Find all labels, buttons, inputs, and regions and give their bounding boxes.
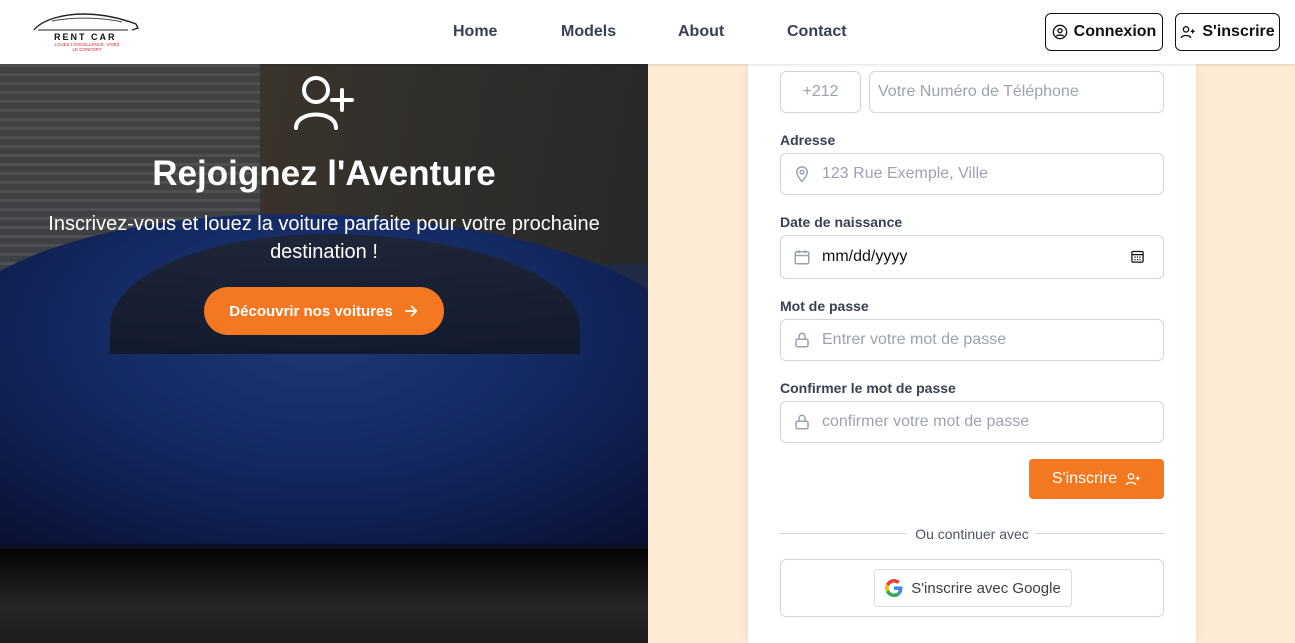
logo-tagline: LOUEZ L'EXCELLENCE, VIVEZ LE CONFORT [54,42,120,52]
user-plus-icon [1125,473,1140,486]
user-plus-icon [294,76,354,130]
birthdate-input[interactable]: mm/dd/yyyy [780,235,1164,279]
nav-models[interactable]: Models [561,23,616,41]
confirm-password-label: Confirmer le mot de passe [780,380,956,396]
submit-label: S'inscrire [1051,470,1118,487]
address-placeholder: 123 Rue Exemple, Ville [822,165,989,182]
top-navbar: RENT CAR LOUEZ L'EXCELLENCE, VIVEZ LE CO… [0,0,1295,64]
car-logo-icon [33,13,139,31]
google-signup-label: S'inscrire avec Google [911,579,1061,597]
birthdate-label: Date de naissance [780,214,903,230]
discover-cars-label: Découvrir nos voitures [229,302,393,320]
login-label: Connexion [1073,23,1157,40]
date-picker-icon[interactable] [1130,249,1145,269]
google-signin-container: S'inscrire avec Google [780,559,1164,617]
hero-subtitle: Inscrivez-vous et louez la voiture parfa… [48,213,600,263]
arrow-right-icon [404,305,417,317]
google-icon [885,579,903,597]
lock-icon [793,413,811,431]
login-button[interactable]: Connexion [1045,13,1163,51]
nav-contact[interactable]: Contact [787,23,847,41]
phone-input[interactable]: Votre Numéro de Téléphone [869,71,1164,113]
divider-text: Ou continuer avec [915,526,1029,542]
phone-prefix-input[interactable]: +212 [780,71,861,113]
password-input[interactable]: Entrer votre mot de passe [780,319,1164,361]
phone-prefix: +212 [802,83,839,100]
submit-signup-button[interactable]: S'inscrire [1029,459,1164,499]
nav-home[interactable]: Home [453,23,497,41]
lock-icon [793,331,811,349]
password-label: Mot de passe [780,298,869,314]
signup-label: S'inscrire [1202,23,1275,40]
birthdate-value: mm/dd/yyyy [822,248,908,265]
signup-button[interactable]: S'inscrire [1175,13,1280,51]
logo-brand: RENT CAR [54,32,117,42]
hero-title: Rejoignez l'Aventure [152,154,496,193]
google-signup-button[interactable]: S'inscrire avec Google [874,569,1072,607]
hero-overlay [0,64,648,643]
calendar-icon [793,248,811,266]
address-input[interactable]: 123 Rue Exemple, Ville [780,153,1164,195]
map-pin-icon [793,165,811,183]
signup-form-card: +212 Votre Numéro de Téléphone Adresse 1… [748,64,1196,643]
password-placeholder: Entrer votre mot de passe [822,331,1007,348]
confirm-password-input[interactable]: confirmer votre mot de passe [780,401,1164,443]
logo[interactable]: RENT CAR LOUEZ L'EXCELLENCE, VIVEZ LE CO… [32,8,140,54]
nav-about[interactable]: About [678,23,724,41]
hero-section: Rejoignez l'Aventure Inscrivez-vous et l… [0,64,648,643]
user-circle-icon [1052,24,1067,40]
address-label: Adresse [780,132,836,148]
discover-cars-button[interactable]: Découvrir nos voitures [204,287,444,335]
or-continue-divider: Ou continuer avec [780,526,1164,542]
confirm-password-placeholder: confirmer votre mot de passe [822,413,1030,430]
phone-placeholder: Votre Numéro de Téléphone [878,83,1079,100]
user-plus-icon [1181,26,1196,39]
